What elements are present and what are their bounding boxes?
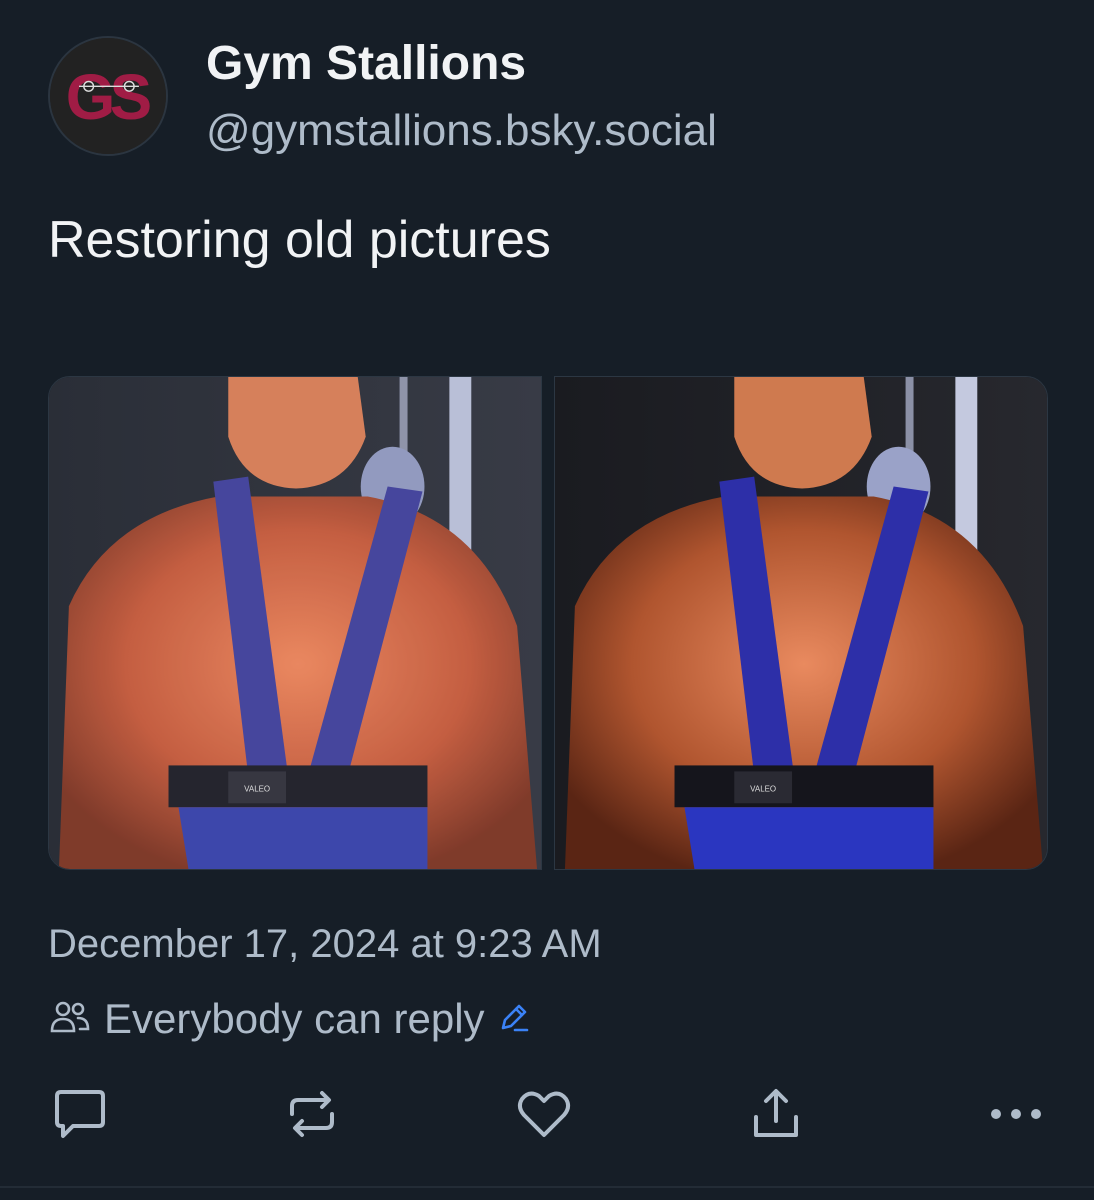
like-icon[interactable] <box>512 1084 576 1144</box>
more-icon[interactable] <box>984 1084 1048 1144</box>
post-images: VALEO VALEO <box>48 376 1048 870</box>
edit-pencil-icon[interactable] <box>497 1000 531 1039</box>
reply-setting-label: Everybody can reply <box>104 995 485 1042</box>
belt-label-restored: VALEO <box>750 784 776 793</box>
share-icon[interactable] <box>744 1084 808 1144</box>
reply-setting[interactable]: Everybody can reply <box>48 994 531 1044</box>
post-actions <box>48 1084 1048 1144</box>
author-display-name[interactable]: Gym Stallions <box>206 36 526 91</box>
author-handle[interactable]: @gymstallions.bsky.social <box>206 106 717 156</box>
avatar-logo-text: GS <box>66 61 151 133</box>
post-image-restored[interactable]: VALEO <box>554 376 1048 870</box>
repost-icon[interactable] <box>280 1084 344 1144</box>
post-image-original[interactable]: VALEO <box>48 376 542 870</box>
avatar[interactable]: GS <box>48 36 168 156</box>
post-timestamp[interactable]: December 17, 2024 at 9:23 AM <box>48 922 602 967</box>
people-icon <box>48 997 92 1042</box>
divider <box>0 1186 1094 1188</box>
post-text: Restoring old pictures <box>48 211 551 269</box>
reply-icon[interactable] <box>48 1084 112 1144</box>
